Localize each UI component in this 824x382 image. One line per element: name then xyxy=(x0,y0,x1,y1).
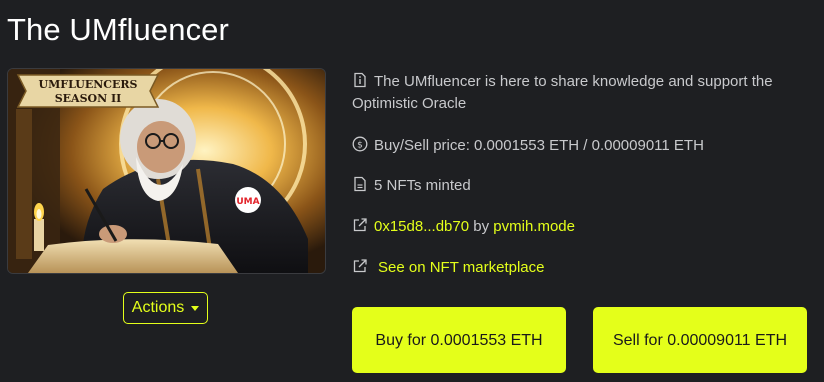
owner-by-text: by xyxy=(473,218,490,235)
buy-button[interactable]: Buy for 0.0001553 ETH xyxy=(352,307,566,373)
caret-down-icon xyxy=(191,306,200,311)
actions-dropdown-button[interactable]: Actions xyxy=(123,292,208,324)
description-text: The UMfluencer is here to share knowledg… xyxy=(352,73,773,112)
svg-text:$: $ xyxy=(357,141,363,151)
nft-artwork: UMFLUENCERS SEASON II UMA xyxy=(8,69,325,273)
owner-row: 0x15d8...db70 by pvmih.mode xyxy=(352,216,575,238)
page-title: The UMfluencer xyxy=(7,12,229,47)
sell-button[interactable]: Sell for 0.00009011 ETH xyxy=(593,307,807,373)
banner-title: UMFLUENCERS xyxy=(39,78,138,91)
nft-page: The UMfluencer UMFLUENCERS SEASON II UMA… xyxy=(0,0,824,382)
owner-name-link[interactable]: pvmih.mode xyxy=(493,218,575,235)
minted-row: 5 NFTs minted xyxy=(352,175,471,197)
price-row: $ Buy/Sell price: 0.0001553 ETH / 0.0000… xyxy=(352,135,704,157)
document-icon xyxy=(354,176,366,192)
nft-description: The UMfluencer is here to share knowledg… xyxy=(352,71,802,115)
owner-address-link[interactable]: 0x15d8...db70 xyxy=(374,218,469,235)
buy-button-label: Buy for 0.0001553 ETH xyxy=(375,331,543,349)
sell-button-label: Sell for 0.00009011 ETH xyxy=(612,331,788,349)
minted-text: 5 NFTs minted xyxy=(374,177,471,194)
info-icon xyxy=(354,72,366,88)
marketplace-row: See on NFT marketplace xyxy=(352,257,544,279)
marketplace-link[interactable]: See on NFT marketplace xyxy=(378,259,544,276)
external-link-icon xyxy=(353,259,367,273)
coin-icon: $ xyxy=(352,136,368,152)
actions-label: Actions xyxy=(131,299,185,316)
uma-badge: UMA xyxy=(236,197,259,207)
price-text: Buy/Sell price: 0.0001553 ETH / 0.000090… xyxy=(374,137,704,154)
external-link-icon xyxy=(353,218,367,232)
banner-subtitle: SEASON II xyxy=(55,92,122,105)
nft-image: UMFLUENCERS SEASON II UMA xyxy=(7,68,326,274)
